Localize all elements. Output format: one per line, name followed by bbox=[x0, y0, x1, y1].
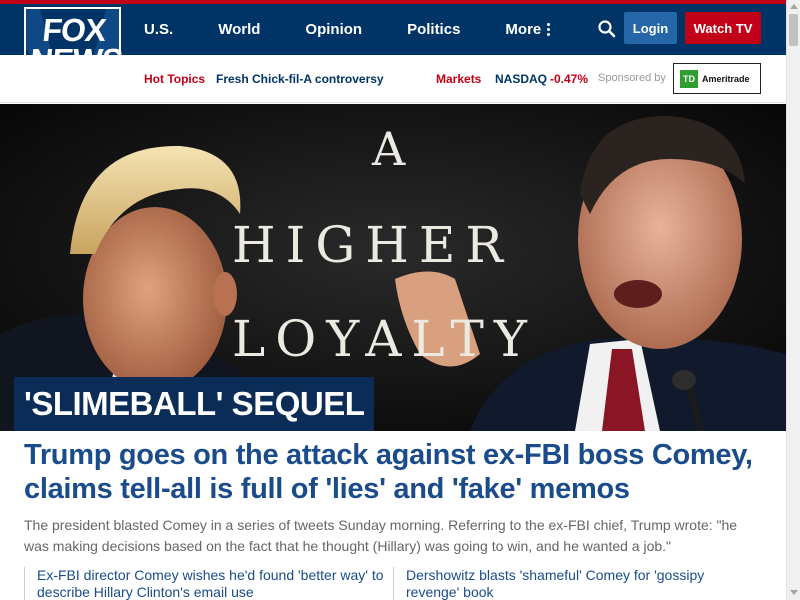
scroll-up-arrow-icon[interactable] bbox=[790, 4, 798, 9]
logo-fox-text: FOX bbox=[40, 12, 108, 48]
trending-bar: Hot Topics Fresh Chick-fil-A controversy… bbox=[0, 55, 786, 103]
nav-link-opinion[interactable]: Opinion bbox=[305, 21, 362, 38]
lead-headline[interactable]: Trump goes on the attack against ex-FBI … bbox=[24, 438, 764, 506]
ameritrade-sponsor-logo[interactable]: TD Ameritrade bbox=[673, 63, 761, 94]
nav-link-politics[interactable]: Politics bbox=[407, 21, 460, 38]
nav-link-more[interactable]: More bbox=[505, 21, 551, 38]
td-logo-mark: TD bbox=[680, 69, 698, 88]
related-story-link-2[interactable]: Dershowitz blasts 'shameful' Comey for '… bbox=[393, 567, 753, 600]
vertical-scrollbar[interactable] bbox=[786, 0, 800, 600]
ameritrade-logo-text: Ameritrade bbox=[702, 73, 750, 84]
hero-text-a: A bbox=[372, 122, 416, 176]
scrollbar-thumb[interactable] bbox=[789, 14, 798, 46]
nav-link-us[interactable]: U.S. bbox=[144, 21, 173, 38]
nav-link-more-label: More bbox=[505, 21, 542, 38]
scroll-down-arrow-icon[interactable] bbox=[790, 590, 798, 595]
hot-topics-label: Hot Topics bbox=[144, 72, 206, 86]
more-dots-icon bbox=[547, 23, 551, 36]
nav-link-world[interactable]: World bbox=[218, 21, 260, 38]
hero-text-higher: HIGHER bbox=[232, 216, 514, 274]
nasdaq-change: -0.47% bbox=[550, 72, 589, 86]
markets-link[interactable]: Markets bbox=[436, 72, 481, 86]
watch-tv-button[interactable]: Watch TV bbox=[685, 12, 761, 44]
nav-links: U.S. World Opinion Politics More bbox=[144, 4, 551, 55]
sponsored-by-label: Sponsored by bbox=[598, 72, 666, 84]
story-kicker-label[interactable]: 'SLIMEBALL' SEQUEL bbox=[14, 377, 375, 431]
login-button[interactable]: Login bbox=[624, 12, 677, 44]
search-icon[interactable] bbox=[597, 19, 617, 39]
page: U.S. World Opinion Politics More Login W… bbox=[0, 0, 800, 600]
hot-topic-link[interactable]: Fresh Chick-fil-A controversy bbox=[216, 72, 384, 86]
nasdaq-label: NASDAQ bbox=[495, 72, 548, 86]
hero-text-loyalty: LOYALTY bbox=[232, 310, 537, 368]
lead-summary: The president blasted Comey in a series … bbox=[24, 517, 738, 554]
related-story-link-1[interactable]: Ex-FBI director Comey wishes he'd found … bbox=[24, 567, 384, 600]
